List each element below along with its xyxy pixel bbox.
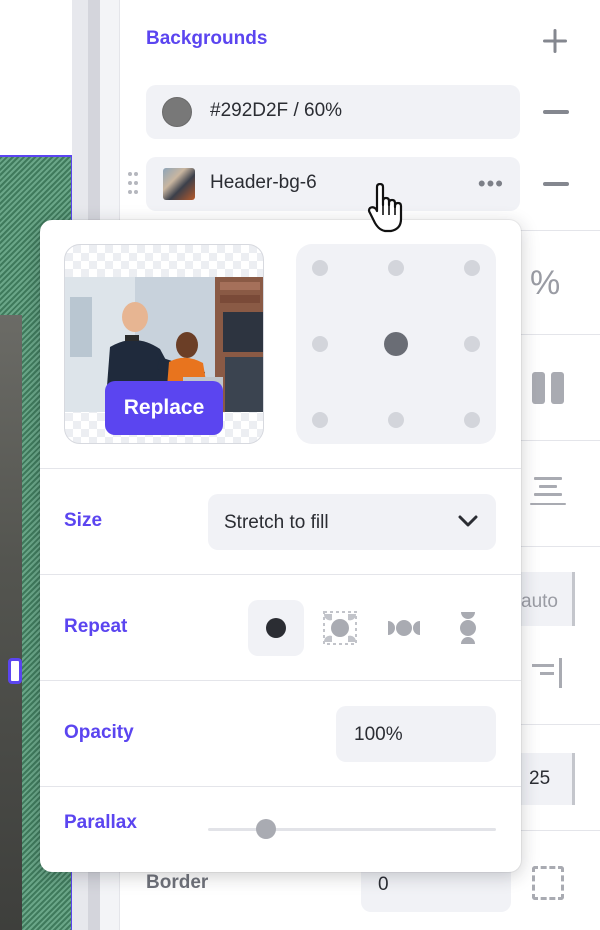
parallax-label: Parallax [64,812,137,833]
parallax-slider[interactable] [208,828,496,831]
repeat-y-icon [460,612,476,644]
background-layer-color[interactable]: #292D2F / 60% [146,85,520,139]
position-bottom-center[interactable] [388,412,404,428]
plus-icon [543,29,567,53]
size-select-value: Stretch to fill [224,512,329,533]
align-center-icon[interactable] [530,477,566,511]
divider [40,786,521,787]
replace-image-button[interactable]: Replace [105,381,223,435]
position-top-left[interactable] [312,260,328,276]
position-middle-left[interactable] [312,336,328,352]
border-style-icon[interactable] [532,866,564,900]
repeat-icon [323,611,357,645]
divider [40,680,521,681]
opacity-field[interactable]: 100% [336,706,496,762]
color-swatch[interactable] [162,97,192,127]
opacity-label: Opacity [64,722,134,743]
remove-layer-button[interactable] [543,110,569,114]
more-horizontal-icon[interactable]: ••• [478,171,504,197]
section-title-backgrounds: Backgrounds [146,28,268,49]
remove-layer-button[interactable] [543,182,569,186]
divider [40,468,521,469]
resize-handle[interactable] [8,658,22,684]
add-background-button[interactable] [540,26,570,56]
background-image-popover: Replace Size Stretch to fill Repeat Opac… [40,220,521,872]
background-layer-image[interactable]: Header-bg-6 ••• [146,157,520,211]
repeat-x-icon [388,620,420,636]
position-top-center[interactable] [388,260,404,276]
position-middle-right[interactable] [464,336,480,352]
percent-icon[interactable]: % [530,264,560,303]
parallax-slider-thumb[interactable] [255,819,276,839]
background-layer-label: #292D2F / 60% [210,100,343,121]
opacity-value: 100% [354,724,403,745]
canvas-image-edge [0,315,22,930]
width-auto-field[interactable]: auto [515,572,575,626]
position-top-right[interactable] [464,260,480,276]
size-select[interactable]: Stretch to fill [208,494,496,550]
background-image-preview[interactable]: Replace [64,244,264,444]
border-label: Border [146,872,209,893]
repeat-y-option[interactable] [440,600,496,656]
background-layer-label: Header-bg-6 [210,172,317,193]
position-bottom-left[interactable] [312,412,328,428]
chevron-down-icon [458,515,478,527]
number-field[interactable]: 25 [515,753,575,805]
pause-icon[interactable] [532,372,564,404]
hand-pointer-cursor [367,183,403,233]
size-label: Size [64,510,103,531]
repeat-x-option[interactable] [376,600,432,656]
background-position-grid [296,244,496,444]
position-center[interactable] [384,332,408,356]
divider [40,574,521,575]
repeat-label: Repeat [64,616,128,637]
align-right-icon[interactable] [532,658,564,688]
repeat-option[interactable] [312,600,368,656]
no-repeat-icon [266,618,286,638]
image-thumbnail [163,168,195,200]
no-repeat-option[interactable] [248,600,304,656]
drag-handle-icon[interactable] [128,172,138,198]
position-bottom-right[interactable] [464,412,480,428]
